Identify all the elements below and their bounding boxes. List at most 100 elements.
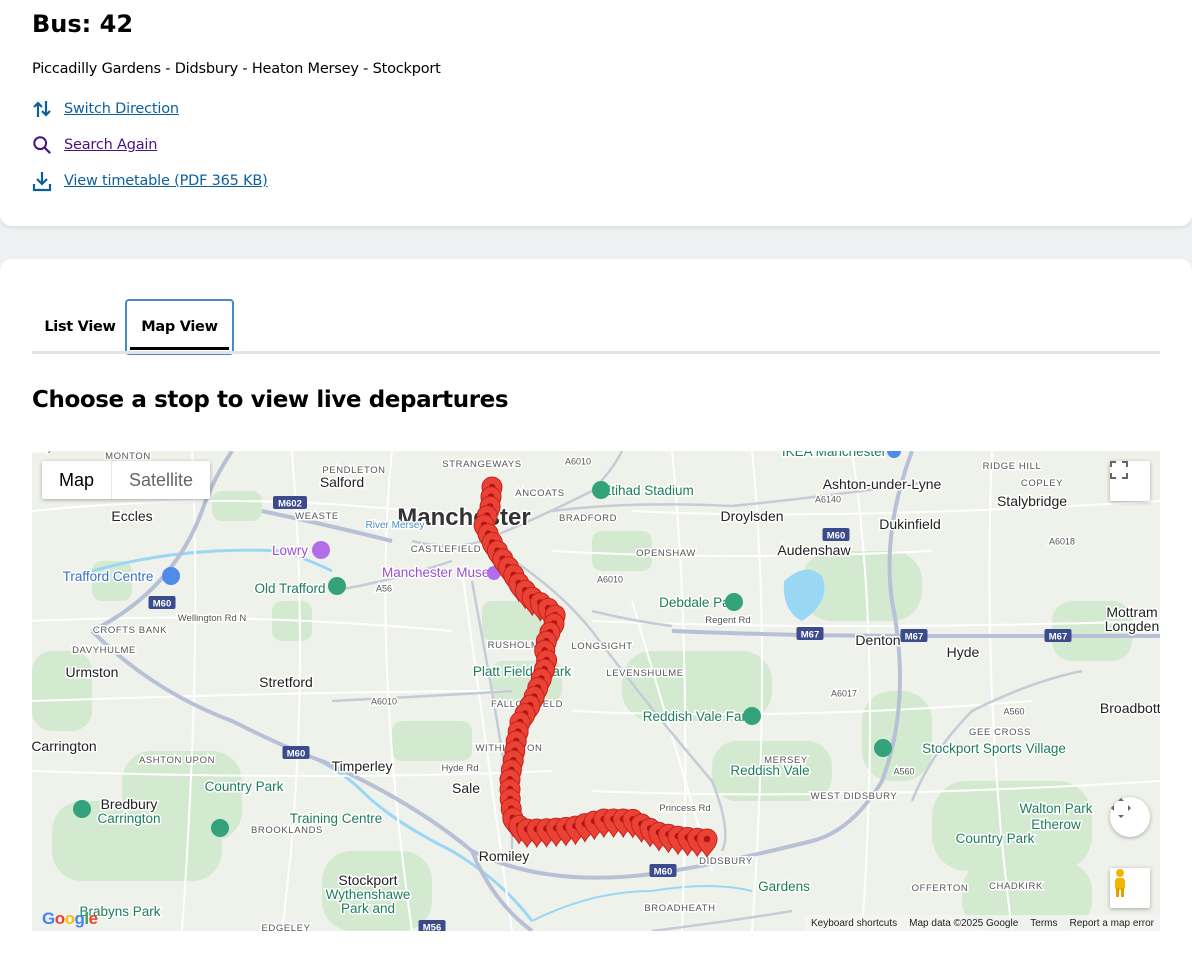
map-label: Gardens (758, 879, 810, 894)
map-label: River Mersey (366, 520, 425, 531)
camera-move-icon (1111, 798, 1131, 818)
map-label: Park Way (32, 451, 53, 454)
svg-text:M602: M602 (278, 499, 302, 510)
map-label: Urmston (66, 664, 119, 680)
camera-control-button[interactable] (1110, 797, 1150, 837)
google-logo: Google (42, 909, 98, 928)
stops-card: List View Map View Choose a stop to view… (0, 259, 1192, 979)
page-title: Bus: 42 (32, 10, 134, 38)
switch-direction-icon (32, 98, 52, 120)
road-shield: A6010 (369, 695, 398, 708)
map-label: Stalybridge (997, 493, 1067, 509)
tab-list-view[interactable]: List View (32, 299, 128, 355)
map-label: CROFTS BANK (93, 625, 167, 636)
map-label: STRANGEWAYS (442, 459, 521, 470)
map-label: Longden (1105, 618, 1160, 634)
map-label: GEE CROSS (969, 727, 1031, 738)
map-label: Reddish Vale Farm (643, 709, 758, 724)
road-shield: M56 (418, 920, 446, 932)
svg-text:A6140: A6140 (815, 495, 841, 505)
road-shield: A6140 (813, 493, 842, 506)
svg-text:M60: M60 (287, 749, 305, 760)
map-label: Carrington (32, 738, 97, 754)
map-label: COPLEY (1021, 478, 1063, 489)
road-shield: M60 (649, 864, 677, 878)
map-label: Princess Rd (659, 803, 710, 814)
road-shield: A560 (1002, 705, 1026, 718)
map-label: Sale (452, 780, 480, 796)
map-data-notice: Map data ©2025 Google (909, 917, 1019, 929)
map-label: Stretford (259, 674, 313, 690)
route-map[interactable]: MONTON PENDLETON STRANGEWAYS ANCOATS Salford… (32, 451, 1160, 931)
svg-text:M67: M67 (1049, 632, 1067, 643)
map-label: Old Trafford (254, 581, 325, 596)
keyboard-shortcuts-link[interactable]: Keyboard shortcuts (811, 918, 897, 929)
road-shield: A560 (892, 765, 916, 778)
map-label: EDGELEY (261, 923, 310, 931)
download-icon (32, 170, 52, 192)
report-error-link[interactable]: Report a map error (1070, 918, 1154, 929)
road-shield: A6017 (829, 687, 858, 700)
tabs-divider (32, 351, 1160, 354)
map-label: OPENSHAW (636, 548, 696, 559)
map-type-satellite-button[interactable]: Satellite (111, 461, 210, 499)
svg-text:M60: M60 (153, 599, 171, 610)
map-label: Droylsden (720, 508, 783, 524)
switch-direction-link[interactable]: Switch Direction (64, 101, 179, 117)
map-label: Hyde (947, 644, 980, 660)
svg-text:A560: A560 (893, 767, 914, 777)
active-tab-indicator (130, 347, 229, 350)
street-view-pegman-button[interactable] (1110, 868, 1150, 908)
svg-text:A6010: A6010 (371, 697, 397, 707)
map-canvas[interactable]: MONTONPENDLETONSTRANGEWAYSANCOATSSalford… (32, 451, 1160, 931)
map-label: Regent Rd (705, 615, 750, 626)
road-shield: M60 (822, 528, 850, 542)
svg-text:M67: M67 (905, 632, 923, 643)
map-label: Carrington (97, 811, 160, 826)
svg-text:M56: M56 (423, 923, 441, 932)
map-label: CHADKIRK (989, 881, 1043, 892)
map-label: Wellington Rd N (178, 613, 247, 624)
map-label: Audenshaw (777, 542, 851, 558)
map-label: Etherow (1031, 817, 1081, 832)
map-label: Ashton-under-Lyne (823, 476, 942, 492)
switch-direction-action[interactable]: Switch Direction (32, 98, 179, 120)
map-label: Hyde Rd (442, 763, 479, 774)
svg-text:A560: A560 (1003, 707, 1024, 717)
map-label: BRADFORD (559, 513, 617, 524)
road-shield: M67 (900, 629, 928, 643)
tab-map-view[interactable]: Map View (125, 299, 234, 355)
search-icon (32, 134, 52, 156)
map-label: LEVENSHULME (606, 668, 683, 679)
pegman-icon (1115, 869, 1125, 897)
view-timetable-action[interactable]: View timetable (PDF 365 KB) (32, 170, 268, 192)
search-again-link[interactable]: Search Again (64, 137, 157, 153)
map-type-map-button[interactable]: Map (42, 461, 111, 499)
road-shield: A56 (374, 582, 393, 595)
view-timetable-link[interactable]: View timetable (PDF 365 KB) (64, 173, 268, 189)
tab-map-view-label: Map View (141, 319, 218, 335)
svg-text:M67: M67 (801, 630, 819, 641)
svg-text:M60: M60 (654, 867, 672, 878)
map-label: Eccles (111, 508, 152, 524)
map-label: WEASTE (295, 511, 339, 522)
map-label: Reddish Vale (730, 763, 809, 778)
svg-text:A6010: A6010 (597, 575, 623, 585)
road-shield: A6018 (1047, 535, 1076, 548)
road-shield: A6010 (595, 573, 624, 586)
map-label: Broadbottom (1100, 700, 1160, 716)
svg-text:A56: A56 (376, 584, 392, 594)
map-label: Walton Park (1019, 801, 1092, 816)
map-label: Trafford Centre (63, 569, 154, 584)
map-label: BROOKLANDS (251, 825, 323, 836)
terms-link[interactable]: Terms (1030, 918, 1057, 929)
map-label: LONGSIGHT (571, 641, 632, 652)
map-label: Training Centre (290, 811, 383, 826)
svg-text:A6010: A6010 (565, 457, 591, 467)
map-label: Denton (855, 632, 900, 648)
map-label: Country Park (956, 831, 1035, 846)
fullscreen-button[interactable] (1110, 461, 1150, 501)
road-shield: M60 (282, 746, 310, 760)
fullscreen-icon (1110, 461, 1128, 479)
search-again-action[interactable]: Search Again (32, 134, 157, 156)
